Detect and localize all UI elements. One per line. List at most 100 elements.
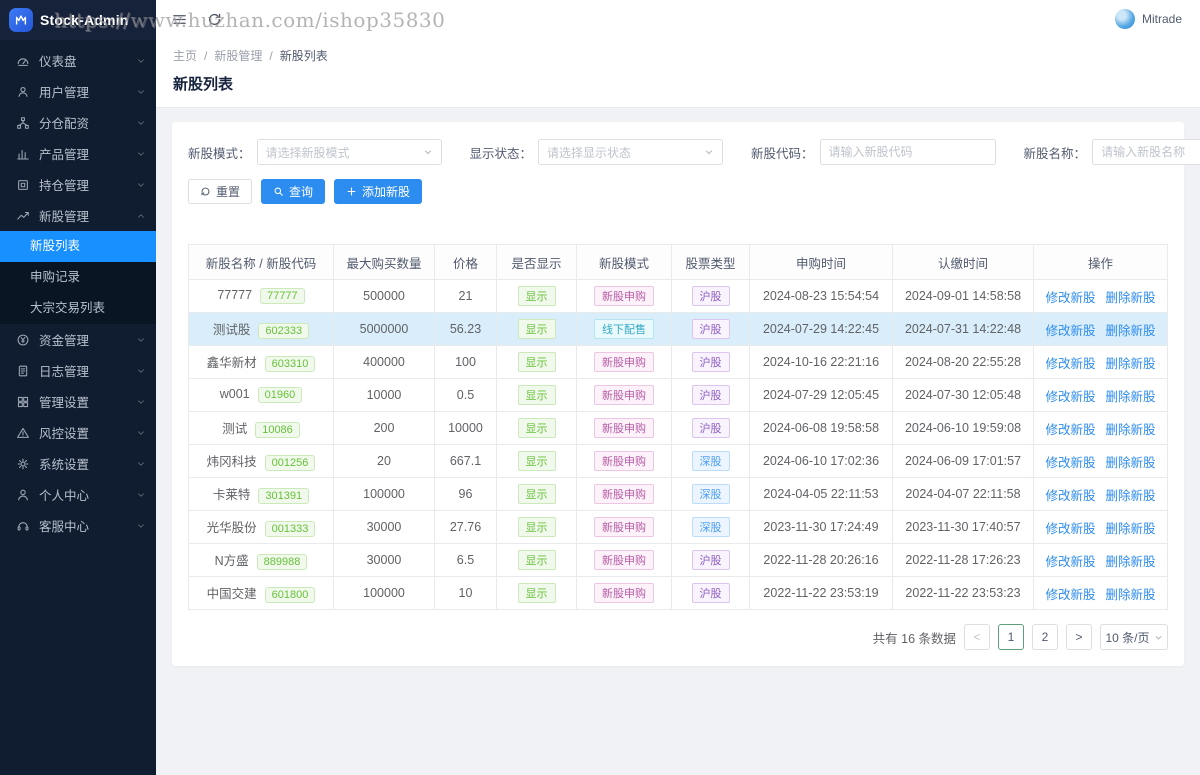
sidebar-item[interactable]: 仪表盘: [0, 45, 156, 76]
edit-stock-link[interactable]: 修改新股: [1045, 324, 1095, 338]
reset-button[interactable]: 重置: [188, 179, 253, 204]
sidebar-subitem[interactable]: 申购记录: [0, 262, 156, 293]
delete-stock-link[interactable]: 删除新股: [1106, 390, 1156, 404]
table-body: 77777 77777 500000 21 显示 新股申购 沪股 2024-08-23 15:…: [188, 279, 1168, 610]
breadcrumb: 主页 / 新股管理 / 新股列表: [173, 47, 1183, 64]
search-button-label: 查询: [289, 185, 314, 199]
delete-stock-link[interactable]: 删除新股: [1106, 489, 1156, 503]
edit-stock-link[interactable]: 修改新股: [1045, 291, 1095, 305]
display-cell: 显示: [496, 543, 577, 577]
page-button[interactable]: 1: [998, 624, 1024, 650]
sidebar-item[interactable]: 持仓管理: [0, 169, 156, 200]
actions-cell: 修改新股 删除新股: [1033, 279, 1168, 313]
sidebar-item[interactable]: 客服中心: [0, 510, 156, 541]
add-stock-button[interactable]: 添加新股: [334, 179, 423, 204]
pay-time-cell: 2024-09-01 14:58:58: [892, 279, 1034, 313]
stock-mode-tag: 新股申购: [594, 517, 654, 537]
price-cell: 0.5: [434, 378, 497, 412]
chevron-down-icon: [136, 521, 146, 531]
name-filter-label: 新股名称：: [1023, 146, 1087, 161]
edit-stock-link[interactable]: 修改新股: [1045, 555, 1095, 569]
money-icon: [16, 333, 30, 347]
sidebar-item[interactable]: 新股管理: [0, 200, 156, 231]
delete-stock-link[interactable]: 删除新股: [1106, 324, 1156, 338]
reset-button-label: 重置: [216, 185, 241, 199]
edit-stock-link[interactable]: 修改新股: [1045, 390, 1095, 404]
stock-type-tag: 深股: [691, 484, 730, 504]
edit-stock-link[interactable]: 修改新股: [1045, 456, 1095, 470]
price-cell: 100: [434, 345, 497, 379]
delete-stock-link[interactable]: 删除新股: [1106, 522, 1156, 536]
stock-name: 炜冈科技: [206, 455, 257, 469]
delete-stock-link[interactable]: 删除新股: [1106, 456, 1156, 470]
stock-name-cell: 测试股 602333: [188, 312, 334, 346]
edit-stock-link[interactable]: 修改新股: [1045, 357, 1095, 371]
name-input[interactable]: [1092, 139, 1200, 165]
sidebar-item[interactable]: 分仓配资: [0, 107, 156, 138]
sidebar-subitem[interactable]: 新股列表: [0, 231, 156, 262]
edit-stock-link[interactable]: 修改新股: [1045, 489, 1095, 503]
breadcrumb-parent[interactable]: 新股管理: [214, 47, 262, 64]
display-status-tag: 显示: [517, 550, 556, 570]
mode-filter-label: 新股模式：: [188, 146, 251, 161]
max-buy-cell: 400000: [333, 345, 435, 379]
actions-cell: 修改新股 删除新股: [1033, 510, 1168, 544]
sidebar-item[interactable]: 风控设置: [0, 417, 156, 448]
pay-time-cell: 2023-11-30 17:40:57: [892, 510, 1034, 544]
sidebar-item[interactable]: 日志管理: [0, 355, 156, 386]
main-area: Mitrade 主页 / 新股管理 / 新股列表 新股列表 新股模式： 请选择新…: [156, 0, 1200, 775]
delete-stock-link[interactable]: 删除新股: [1106, 588, 1156, 602]
search-button[interactable]: 查询: [261, 179, 326, 204]
status-select[interactable]: 请选择显示状态: [538, 139, 724, 165]
chevron-down-icon: [136, 56, 146, 66]
page-size-select[interactable]: 10 条/页: [1100, 624, 1168, 650]
prev-page-button[interactable]: <: [964, 624, 990, 650]
refresh-icon[interactable]: [205, 10, 224, 29]
stock-code-tag: 10086: [255, 422, 300, 438]
delete-stock-link[interactable]: 删除新股: [1106, 423, 1156, 437]
stock-type-tag: 深股: [691, 451, 730, 471]
sidebar-item[interactable]: 资金管理: [0, 324, 156, 355]
edit-stock-link[interactable]: 修改新股: [1045, 522, 1095, 536]
user-menu[interactable]: Mitrade: [1114, 9, 1182, 29]
max-buy-cell: 20: [333, 444, 435, 478]
page-button[interactable]: 2: [1032, 624, 1058, 650]
stock-type-tag: 沪股: [691, 583, 730, 603]
collapse-menu-icon[interactable]: [170, 10, 189, 29]
stock-code-tag: 301391: [258, 488, 310, 504]
edit-stock-link[interactable]: 修改新股: [1045, 588, 1095, 602]
delete-stock-link[interactable]: 删除新股: [1106, 555, 1156, 569]
display-status-tag: 显示: [517, 352, 556, 372]
type-cell: 沪股: [671, 345, 750, 379]
mode-select[interactable]: 请选择新股模式: [256, 139, 442, 165]
type-cell: 沪股: [671, 378, 750, 412]
breadcrumb-home[interactable]: 主页: [173, 47, 197, 64]
sidebar-item[interactable]: 个人中心: [0, 479, 156, 510]
edit-stock-link[interactable]: 修改新股: [1045, 423, 1095, 437]
sidebar-item[interactable]: 管理设置: [0, 386, 156, 417]
display-status-tag: 显示: [517, 484, 556, 504]
page-header: 主页 / 新股管理 / 新股列表 新股列表: [156, 38, 1200, 108]
stock-name-cell: w001 01960: [188, 378, 334, 412]
stock-type-tag: 沪股: [691, 319, 730, 339]
stock-mode-tag: 新股申购: [594, 286, 654, 306]
type-cell: 沪股: [671, 411, 750, 445]
pay-time-cell: 2024-04-07 22:11:58: [892, 477, 1034, 511]
display-cell: 显示: [496, 345, 577, 379]
sidebar-subitem[interactable]: 大宗交易列表: [0, 293, 156, 324]
delete-stock-link[interactable]: 删除新股: [1106, 357, 1156, 371]
sidebar-item[interactable]: 系统设置: [0, 448, 156, 479]
reset-icon: [201, 187, 210, 196]
type-cell: 沪股: [671, 543, 750, 577]
next-page-button[interactable]: >: [1066, 624, 1092, 650]
sidebar-item[interactable]: 用户管理: [0, 76, 156, 107]
sidebar-item[interactable]: 产品管理: [0, 138, 156, 169]
stock-name: w001: [219, 387, 250, 401]
stock-name-cell: 77777 77777: [188, 279, 334, 313]
display-cell: 显示: [496, 576, 577, 610]
code-input[interactable]: [819, 139, 996, 165]
display-status-tag: 显示: [517, 583, 556, 603]
delete-stock-link[interactable]: 删除新股: [1106, 291, 1156, 305]
stock-type-tag: 沪股: [691, 550, 730, 570]
chevron-down-icon: [424, 150, 431, 155]
